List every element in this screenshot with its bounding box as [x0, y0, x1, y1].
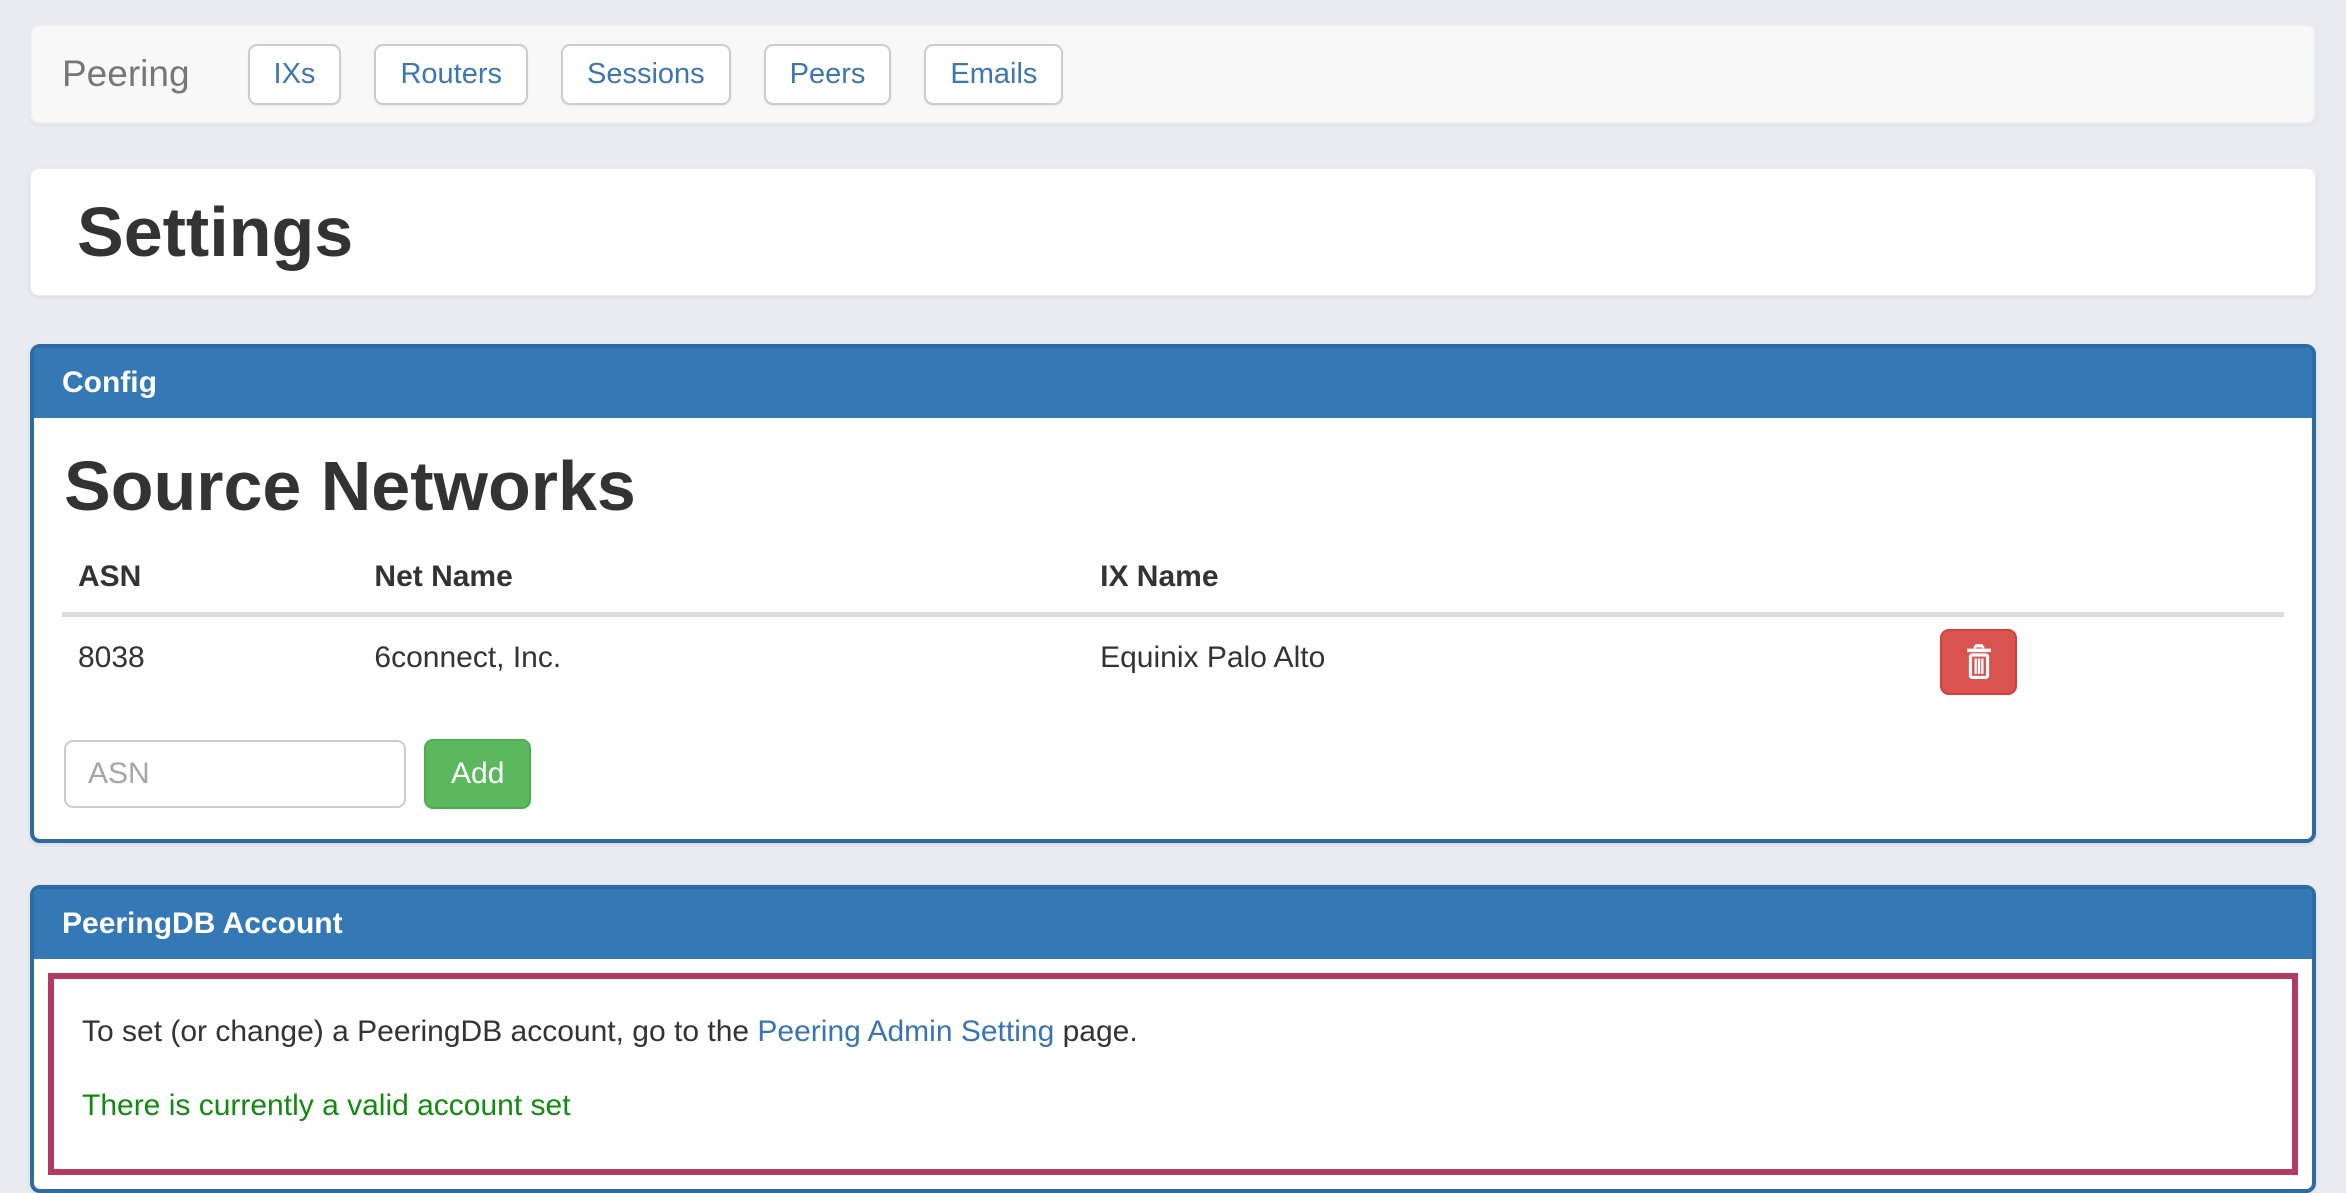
cell-net-name: 6connect, Inc. — [358, 615, 1084, 726]
asn-input[interactable] — [64, 740, 406, 808]
cell-asn: 8038 — [62, 615, 358, 726]
config-panel-body: Source Networks ASN Net Name 8038 6conne… — [34, 418, 2312, 839]
table-row: Equinix Palo Alto — [1084, 615, 2284, 726]
source-networks-heading: Source Networks — [64, 448, 2284, 524]
add-button[interactable]: Add — [424, 739, 531, 809]
peeringdb-panel-heading: PeeringDB Account — [34, 889, 2312, 959]
cell-actions — [1924, 615, 2284, 726]
cell-ix-name: Equinix Palo Alto — [1084, 615, 1924, 726]
page: Peering IXs Routers Sessions Peers Email… — [0, 0, 2346, 1193]
column-header-net-name: Net Name — [358, 554, 1084, 615]
source-networks-table: ASN Net Name 8038 6connect, Inc. — [62, 554, 2284, 725]
config-panel: Config Source Networks ASN Net Name 8038… — [30, 344, 2316, 843]
delete-network-button[interactable] — [1940, 629, 2017, 695]
peeringdb-panel: PeeringDB Account To set (or change) a P… — [30, 885, 2316, 1193]
top-navbar: Peering IXs Routers Sessions Peers Email… — [30, 24, 2316, 124]
nav-button-emails[interactable]: Emails — [924, 44, 1063, 105]
column-header-actions — [1924, 554, 2284, 615]
nav-button-ixs[interactable]: IXs — [248, 44, 342, 105]
peeringdb-panel-body: To set (or change) a PeeringDB account, … — [34, 959, 2312, 1189]
source-networks-table-right: IX Name Equinix Palo Alto — [1084, 554, 2284, 725]
account-status-text: There is currently a valid account set — [82, 1089, 2264, 1123]
nav-button-peers[interactable]: Peers — [764, 44, 892, 105]
trash-icon — [1960, 640, 1998, 685]
info-text-suffix: page. — [1054, 1015, 1137, 1048]
nav-button-sessions[interactable]: Sessions — [561, 44, 731, 105]
page-title: Settings — [77, 195, 2269, 269]
peering-admin-setting-link[interactable]: Peering Admin Setting — [757, 1015, 1054, 1048]
brand-peering[interactable]: Peering — [62, 53, 190, 95]
settings-panel: Settings — [30, 168, 2316, 296]
column-header-asn: ASN — [62, 554, 358, 615]
config-panel-heading: Config — [34, 348, 2312, 418]
info-text-prefix: To set (or change) a PeeringDB account, … — [82, 1015, 757, 1048]
annotation-highlight-box: To set (or change) a PeeringDB account, … — [48, 973, 2298, 1175]
source-networks-table-left: ASN Net Name 8038 6connect, Inc. — [62, 554, 1084, 725]
nav-button-routers[interactable]: Routers — [374, 44, 528, 105]
column-header-ix-name: IX Name — [1084, 554, 1924, 615]
add-network-form: Add — [64, 739, 2284, 809]
table-row: 8038 6connect, Inc. — [62, 615, 1084, 726]
peeringdb-info-text: To set (or change) a PeeringDB account, … — [82, 1015, 2264, 1049]
